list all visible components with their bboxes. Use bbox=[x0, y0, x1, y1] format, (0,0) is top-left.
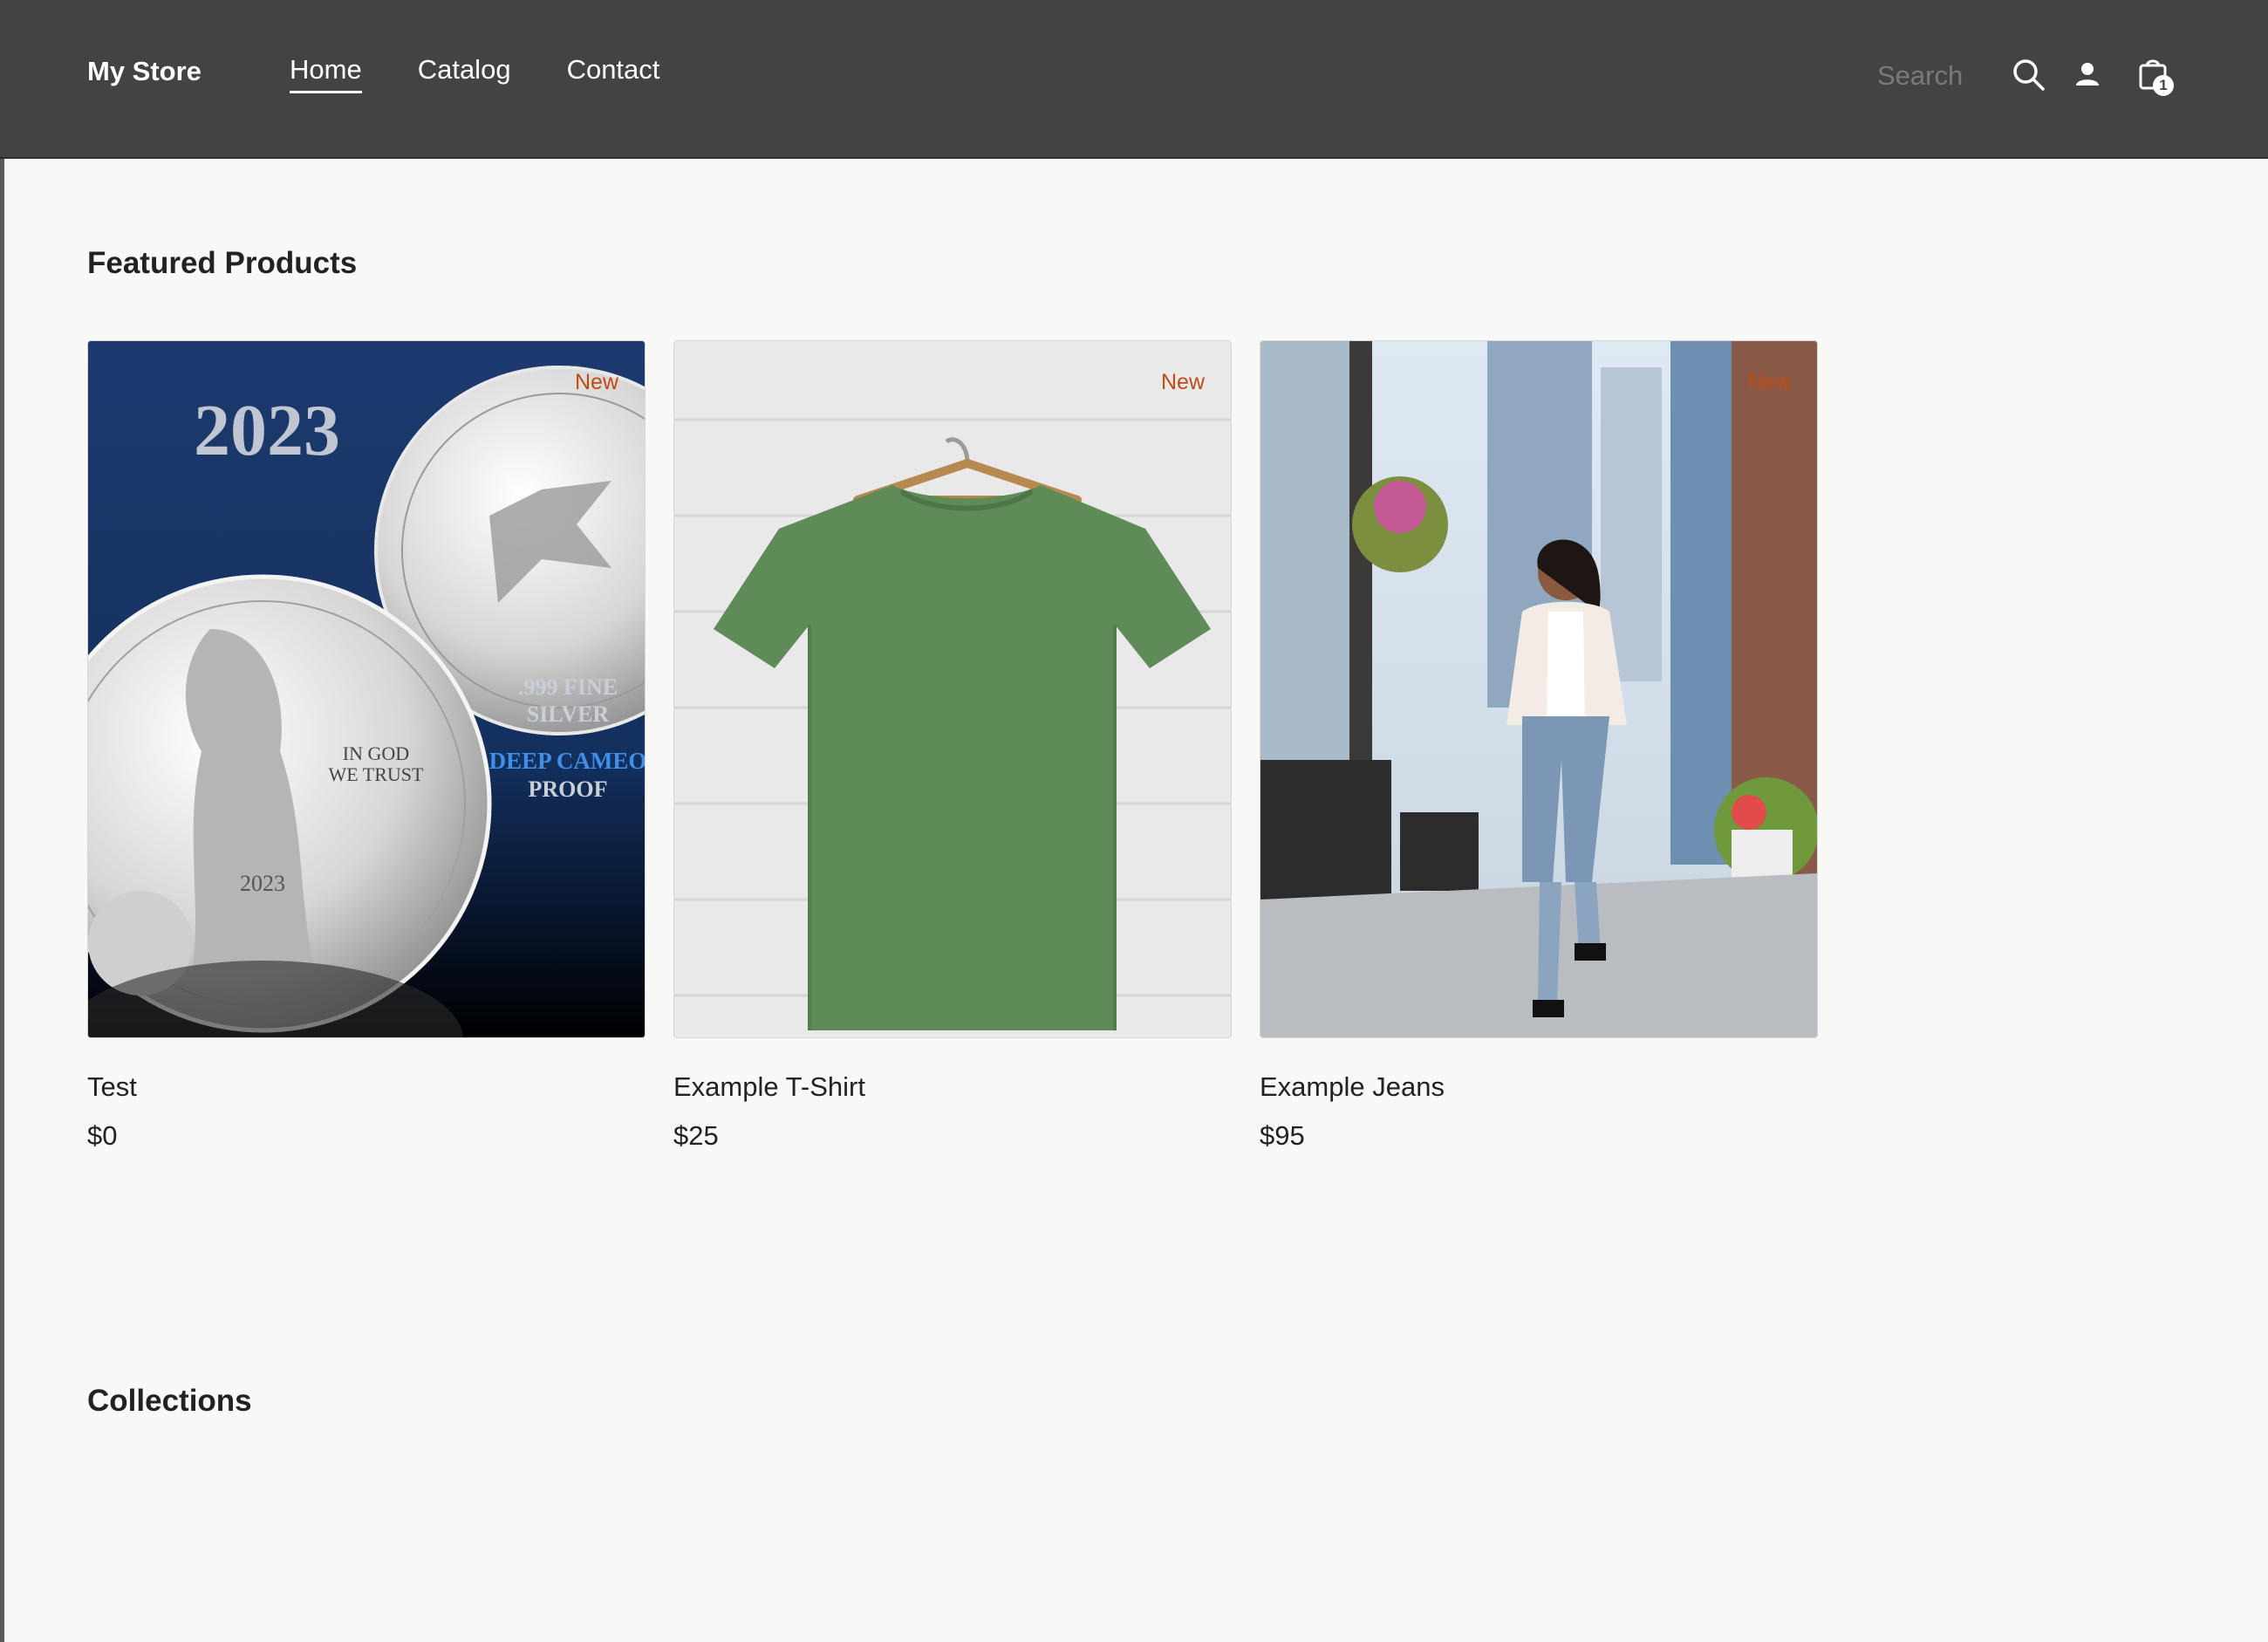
product-title[interactable]: Example T-Shirt bbox=[673, 1070, 1232, 1105]
cart-count-badge: 1 bbox=[2153, 75, 2174, 96]
new-badge: New bbox=[1160, 370, 1205, 394]
account-icon bbox=[2076, 63, 2099, 86]
search-button[interactable] bbox=[2008, 54, 2050, 96]
account-button[interactable] bbox=[2066, 54, 2108, 96]
product-image[interactable]: New bbox=[673, 340, 1232, 1038]
product-card[interactable]: 2023 IN GOD WE TRUST 2023 .999 FINE SILV bbox=[87, 340, 646, 1153]
nav-contact-link[interactable]: Contact bbox=[567, 52, 660, 93]
new-badge: New bbox=[1746, 370, 1791, 394]
jeans-image bbox=[1260, 341, 1817, 1037]
coin-finish-text: DEEP CAMEO bbox=[489, 748, 645, 774]
product-image[interactable]: New bbox=[1260, 340, 1818, 1038]
product-image[interactable]: 2023 IN GOD WE TRUST 2023 .999 FINE SILV bbox=[87, 340, 646, 1038]
site-header: My Store Home Catalog Contact 1 bbox=[0, 0, 2268, 159]
product-price: $0 bbox=[87, 1120, 118, 1151]
main-nav: Home Catalog Contact bbox=[290, 52, 659, 93]
collections-title: Collections bbox=[87, 1384, 252, 1418]
coin-fineness-text: .999 FINE bbox=[518, 674, 618, 700]
window-edge bbox=[0, 0, 4, 1642]
coin-small-year: 2023 bbox=[240, 871, 285, 896]
coin-year-text: 2023 bbox=[194, 390, 340, 471]
search-input[interactable] bbox=[1875, 56, 2010, 96]
nav-home-link[interactable]: Home bbox=[290, 52, 362, 93]
new-badge: New bbox=[574, 370, 618, 394]
product-price: $25 bbox=[673, 1120, 719, 1151]
nav-catalog-link[interactable]: Catalog bbox=[418, 52, 511, 93]
store-logo[interactable]: My Store bbox=[87, 54, 202, 89]
coin-metal-text: SILVER bbox=[527, 701, 610, 727]
search-icon bbox=[2013, 59, 2045, 91]
coin-image: 2023 IN GOD WE TRUST 2023 .999 FINE SILV bbox=[88, 341, 645, 1037]
product-card[interactable]: New Example Jeans $95 bbox=[1260, 340, 1818, 1153]
svg-text:WE TRUST: WE TRUST bbox=[329, 763, 425, 785]
product-title[interactable]: Example Jeans bbox=[1260, 1070, 1818, 1105]
product-card[interactable]: New Example T-Shirt $25 bbox=[673, 340, 1232, 1153]
tshirt-image bbox=[674, 341, 1231, 1037]
featured-products-title: Featured Products bbox=[87, 246, 358, 280]
product-price: $95 bbox=[1260, 1120, 1305, 1151]
coin-proof-text: PROOF bbox=[529, 777, 608, 802]
svg-text:IN GOD: IN GOD bbox=[343, 742, 409, 764]
store-page: My Store Home Catalog Contact 1 bbox=[0, 0, 2268, 1642]
product-grid: 2023 IN GOD WE TRUST 2023 .999 FINE SILV bbox=[87, 340, 1818, 1153]
product-title[interactable]: Test bbox=[87, 1070, 646, 1105]
